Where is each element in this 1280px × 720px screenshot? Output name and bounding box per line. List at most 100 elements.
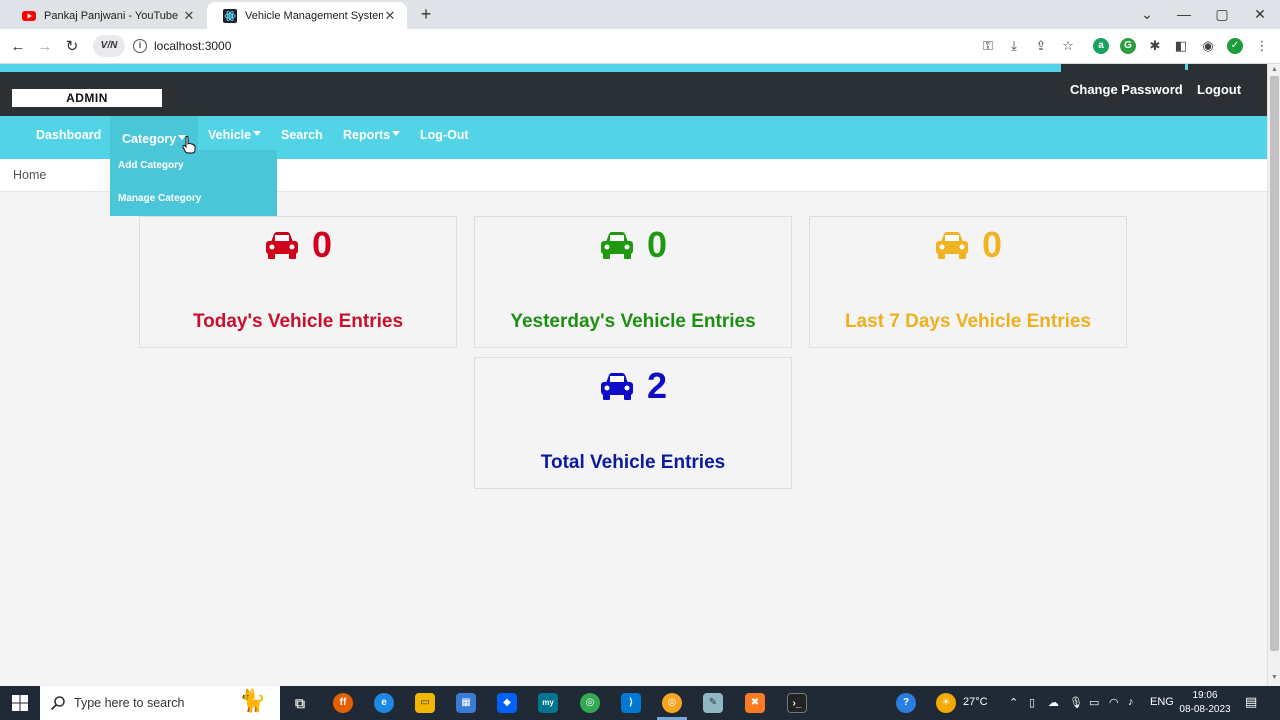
- maximize-button[interactable]: ▢: [1209, 4, 1235, 24]
- share-icon[interactable]: ⇪: [1033, 38, 1049, 54]
- count-value: 2: [646, 365, 668, 406]
- tab-title: Vehicle Management System: [245, 9, 383, 22]
- search-placeholder: Type here to search: [74, 696, 185, 710]
- reload-icon[interactable]: ↻: [62, 37, 82, 57]
- menu-dots-icon[interactable]: ⋮: [1254, 38, 1270, 54]
- close-icon[interactable]: ✕: [182, 8, 196, 24]
- card-label: Total Vehicle Entries: [540, 452, 726, 473]
- profile-icon[interactable]: ◉: [1200, 38, 1216, 54]
- taskbar-search[interactable]: Type here to search 🐈: [40, 686, 280, 720]
- menu-reports[interactable]: Reports: [343, 128, 401, 142]
- terminal-icon[interactable]: ›_: [787, 693, 807, 713]
- scrollbar-thumb[interactable]: [1270, 76, 1279, 651]
- chevron-down-icon[interactable]: ⌄: [1134, 4, 1160, 24]
- scroll-up-icon[interactable]: ▲: [1270, 66, 1279, 73]
- weather-sun-icon[interactable]: ☀: [936, 693, 956, 713]
- tab-youtube[interactable]: Pankaj Panjwani - YouTube ✕: [6, 2, 206, 29]
- cloud-icon[interactable]: ☁: [1048, 696, 1059, 709]
- car-icon: [265, 232, 298, 259]
- admin-label: ADMIN: [12, 89, 162, 107]
- menu-vehicle-label: Vehicle: [208, 128, 252, 142]
- logout-link[interactable]: Logout: [1197, 82, 1241, 97]
- weather-temperature[interactable]: 27°C: [963, 696, 988, 708]
- dropdown-add-category[interactable]: Add Category: [118, 160, 184, 171]
- security-extension-icon[interactable]: ✓: [1227, 38, 1243, 54]
- header-account-links: Change Password Logout: [1061, 64, 1267, 122]
- info-icon[interactable]: i: [133, 39, 147, 53]
- chrome-canary-icon[interactable]: ◎: [662, 693, 682, 713]
- system-clock[interactable]: 19:06 08-08-2023: [1178, 689, 1232, 717]
- scroll-down-icon[interactable]: ▼: [1270, 674, 1279, 681]
- count-row: 0: [475, 225, 791, 265]
- menu-logout[interactable]: Log-Out: [420, 128, 469, 142]
- header-accent-strip: [0, 64, 1061, 72]
- count-value: 0: [311, 224, 333, 265]
- back-arrow-icon[interactable]: ←: [8, 37, 28, 57]
- tray-device-icon[interactable]: ▯: [1029, 696, 1035, 709]
- url-field[interactable]: i localhost:3000: [133, 35, 693, 57]
- close-icon[interactable]: ✕: [383, 8, 397, 24]
- menu-dashboard[interactable]: Dashboard: [36, 128, 101, 142]
- key-icon[interactable]: ⚿: [980, 38, 996, 54]
- menu-search[interactable]: Search: [281, 128, 323, 142]
- clock-date: 08-08-2023: [1179, 704, 1231, 715]
- menu-category-label: Category: [122, 132, 177, 146]
- browser-tab-bar: Pankaj Panjwani - YouTube ✕ Vehicle Mana…: [0, 0, 1280, 29]
- grammarly-extension-icon[interactable]: a: [1093, 38, 1109, 54]
- category-dropdown: Add Category Manage Category: [110, 150, 277, 216]
- tab-vehicle-management[interactable]: Vehicle Management System ✕: [207, 2, 407, 29]
- dropbox-icon[interactable]: ◆: [497, 693, 517, 713]
- install-icon[interactable]: ⤓: [1006, 38, 1022, 54]
- edge-icon[interactable]: e: [374, 693, 394, 713]
- windows-start-icon[interactable]: [12, 695, 28, 711]
- file-explorer-icon[interactable]: ▭: [415, 693, 435, 713]
- change-password-link[interactable]: Change Password: [1070, 82, 1183, 97]
- language-indicator[interactable]: ENG: [1150, 696, 1174, 708]
- battery-icon[interactable]: ▭: [1089, 696, 1099, 709]
- extension-shield-icon[interactable]: G: [1120, 38, 1136, 54]
- address-bar: ← → ↻ V/N i localhost:3000 ⚿ ⤓ ⇪ ☆ a G ✱…: [0, 29, 1280, 64]
- card-label: Last 7 Days Vehicle Entries: [844, 311, 1092, 332]
- dropdown-manage-category[interactable]: Manage Category: [118, 193, 201, 204]
- side-panel-icon[interactable]: ◧: [1173, 38, 1189, 54]
- help-icon[interactable]: ?: [896, 693, 916, 713]
- chevron-up-icon[interactable]: ⌃: [1009, 696, 1018, 709]
- count-value: 0: [646, 224, 668, 265]
- breadcrumb[interactable]: Home: [13, 168, 46, 182]
- notepad-icon[interactable]: ✎: [703, 693, 723, 713]
- count-value: 0: [981, 224, 1003, 265]
- notifications-icon[interactable]: ▤: [1245, 694, 1257, 710]
- windows-taskbar: Type here to search 🐈 ⧉ ff e ▭ ▦ ◆ my ◎ …: [0, 686, 1280, 720]
- tab-title: Pankaj Panjwani - YouTube: [44, 9, 179, 22]
- count-row: 2: [475, 366, 791, 406]
- chrome-icon[interactable]: ◎: [580, 693, 600, 713]
- caret-down-icon: [253, 130, 262, 136]
- card-today-entries: 0 Today's Vehicle Entries: [139, 216, 457, 348]
- card-yesterday-entries: 0 Yesterday's Vehicle Entries: [474, 216, 792, 348]
- vpn-badge[interactable]: V/N: [93, 35, 125, 57]
- xampp-icon[interactable]: ✖: [745, 693, 765, 713]
- hand-cursor-icon: [182, 136, 196, 154]
- microphone-icon[interactable]: 🎙: [1069, 696, 1083, 709]
- page-scrollbar[interactable]: ▲ ▼: [1267, 64, 1280, 686]
- speaker-icon[interactable]: ♪: [1128, 696, 1134, 708]
- puzzle-icon[interactable]: ✱: [1147, 38, 1163, 54]
- card-total-entries: 2 Total Vehicle Entries: [474, 357, 792, 489]
- minimize-button[interactable]: —: [1171, 4, 1197, 24]
- new-tab-button[interactable]: +: [416, 4, 436, 24]
- car-icon: [600, 232, 633, 259]
- card-last-7-days-entries: 0 Last 7 Days Vehicle Entries: [809, 216, 1127, 348]
- clock-time: 19:06: [1192, 690, 1218, 701]
- firefox-icon[interactable]: ff: [333, 693, 353, 713]
- menu-vehicle[interactable]: Vehicle: [208, 128, 262, 142]
- forward-arrow-icon[interactable]: →: [35, 37, 55, 57]
- menu-reports-label: Reports: [343, 128, 391, 142]
- mysql-workbench-icon[interactable]: my: [538, 693, 558, 713]
- wifi-icon[interactable]: ◠: [1109, 696, 1119, 709]
- window-close-button[interactable]: ✕: [1247, 4, 1273, 24]
- store-icon[interactable]: ▦: [456, 693, 476, 713]
- task-view-icon[interactable]: ⧉: [290, 693, 310, 713]
- card-label: Today's Vehicle Entries: [192, 311, 404, 332]
- vscode-icon[interactable]: ⟩: [621, 693, 641, 713]
- star-icon[interactable]: ☆: [1060, 38, 1076, 54]
